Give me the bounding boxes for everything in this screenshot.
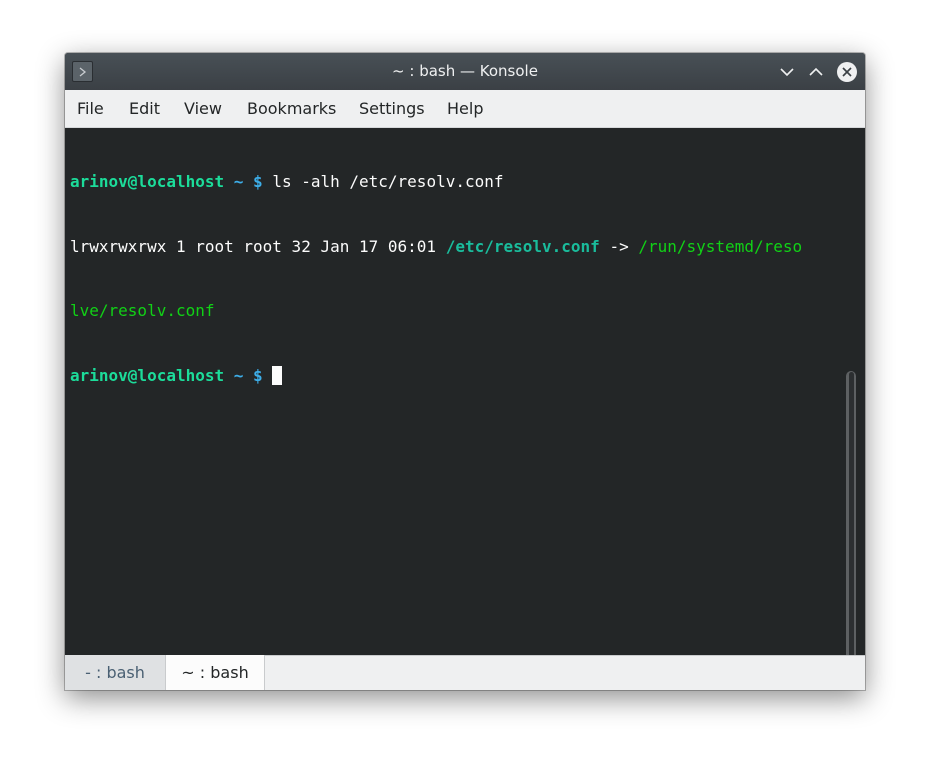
prompt-path: ~ $ <box>233 365 263 385</box>
terminal-line: arinov@localhost ~ $ ls -alh /etc/resolv… <box>70 171 802 193</box>
symlink-name: /etc/resolv.conf <box>445 236 600 256</box>
symlink-arrow: -> <box>609 236 629 256</box>
prompt-user: arinov@localhost <box>70 172 225 191</box>
terminal-line: lrwxrwxrwx 1 root root 32 Jan 17 06:01 /… <box>70 236 802 258</box>
window-title: ~ : bash — Konsole <box>392 62 538 80</box>
menu-help[interactable]: Help <box>442 90 488 128</box>
terminal-area[interactable]: arinov@localhost ~ $ ls -alh /etc/resolv… <box>65 128 865 690</box>
scrollbar-handle[interactable] <box>849 372 854 690</box>
terminal-line: lve/resolv.conf <box>70 300 802 322</box>
chevron-down-icon[interactable] <box>776 61 798 83</box>
menu-settings[interactable]: Settings <box>354 90 430 128</box>
menubar: File Edit View Bookmarks Settings Help <box>65 90 865 128</box>
tab-bar: - : bash ~ : bash <box>65 655 865 690</box>
symlink-target: /run/systemd/reso <box>638 236 803 256</box>
text-cursor <box>272 365 283 385</box>
chevron-up-icon[interactable] <box>805 61 827 83</box>
tab-bash-1[interactable]: - : bash <box>65 655 165 690</box>
menu-bookmarks[interactable]: Bookmarks <box>242 90 341 128</box>
menu-edit[interactable]: Edit <box>124 90 165 128</box>
symlink-target-wrapped: lve/resolv.conf <box>70 301 215 320</box>
konsole-window: ~ : bash — Konsole File Edit View Bookma… <box>65 53 865 690</box>
terminal-output: arinov@localhost ~ $ ls -alh /etc/resolv… <box>70 128 802 429</box>
menu-file[interactable]: File <box>72 90 109 128</box>
command-text: ls -alh /etc/resolv.conf <box>272 172 504 191</box>
listing-text: lrwxrwxrwx 1 root root 32 Jan 17 06:01 <box>70 236 437 256</box>
tab-bash-2[interactable]: ~ : bash <box>165 655 265 690</box>
terminal-line: arinov@localhost ~ $ <box>70 365 802 387</box>
menu-view[interactable]: View <box>179 90 227 128</box>
prompt-path: ~ $ <box>233 172 263 191</box>
titlebar[interactable]: ~ : bash — Konsole <box>65 53 865 90</box>
prompt-user: arinov@localhost <box>70 365 225 385</box>
close-icon[interactable] <box>836 61 858 83</box>
